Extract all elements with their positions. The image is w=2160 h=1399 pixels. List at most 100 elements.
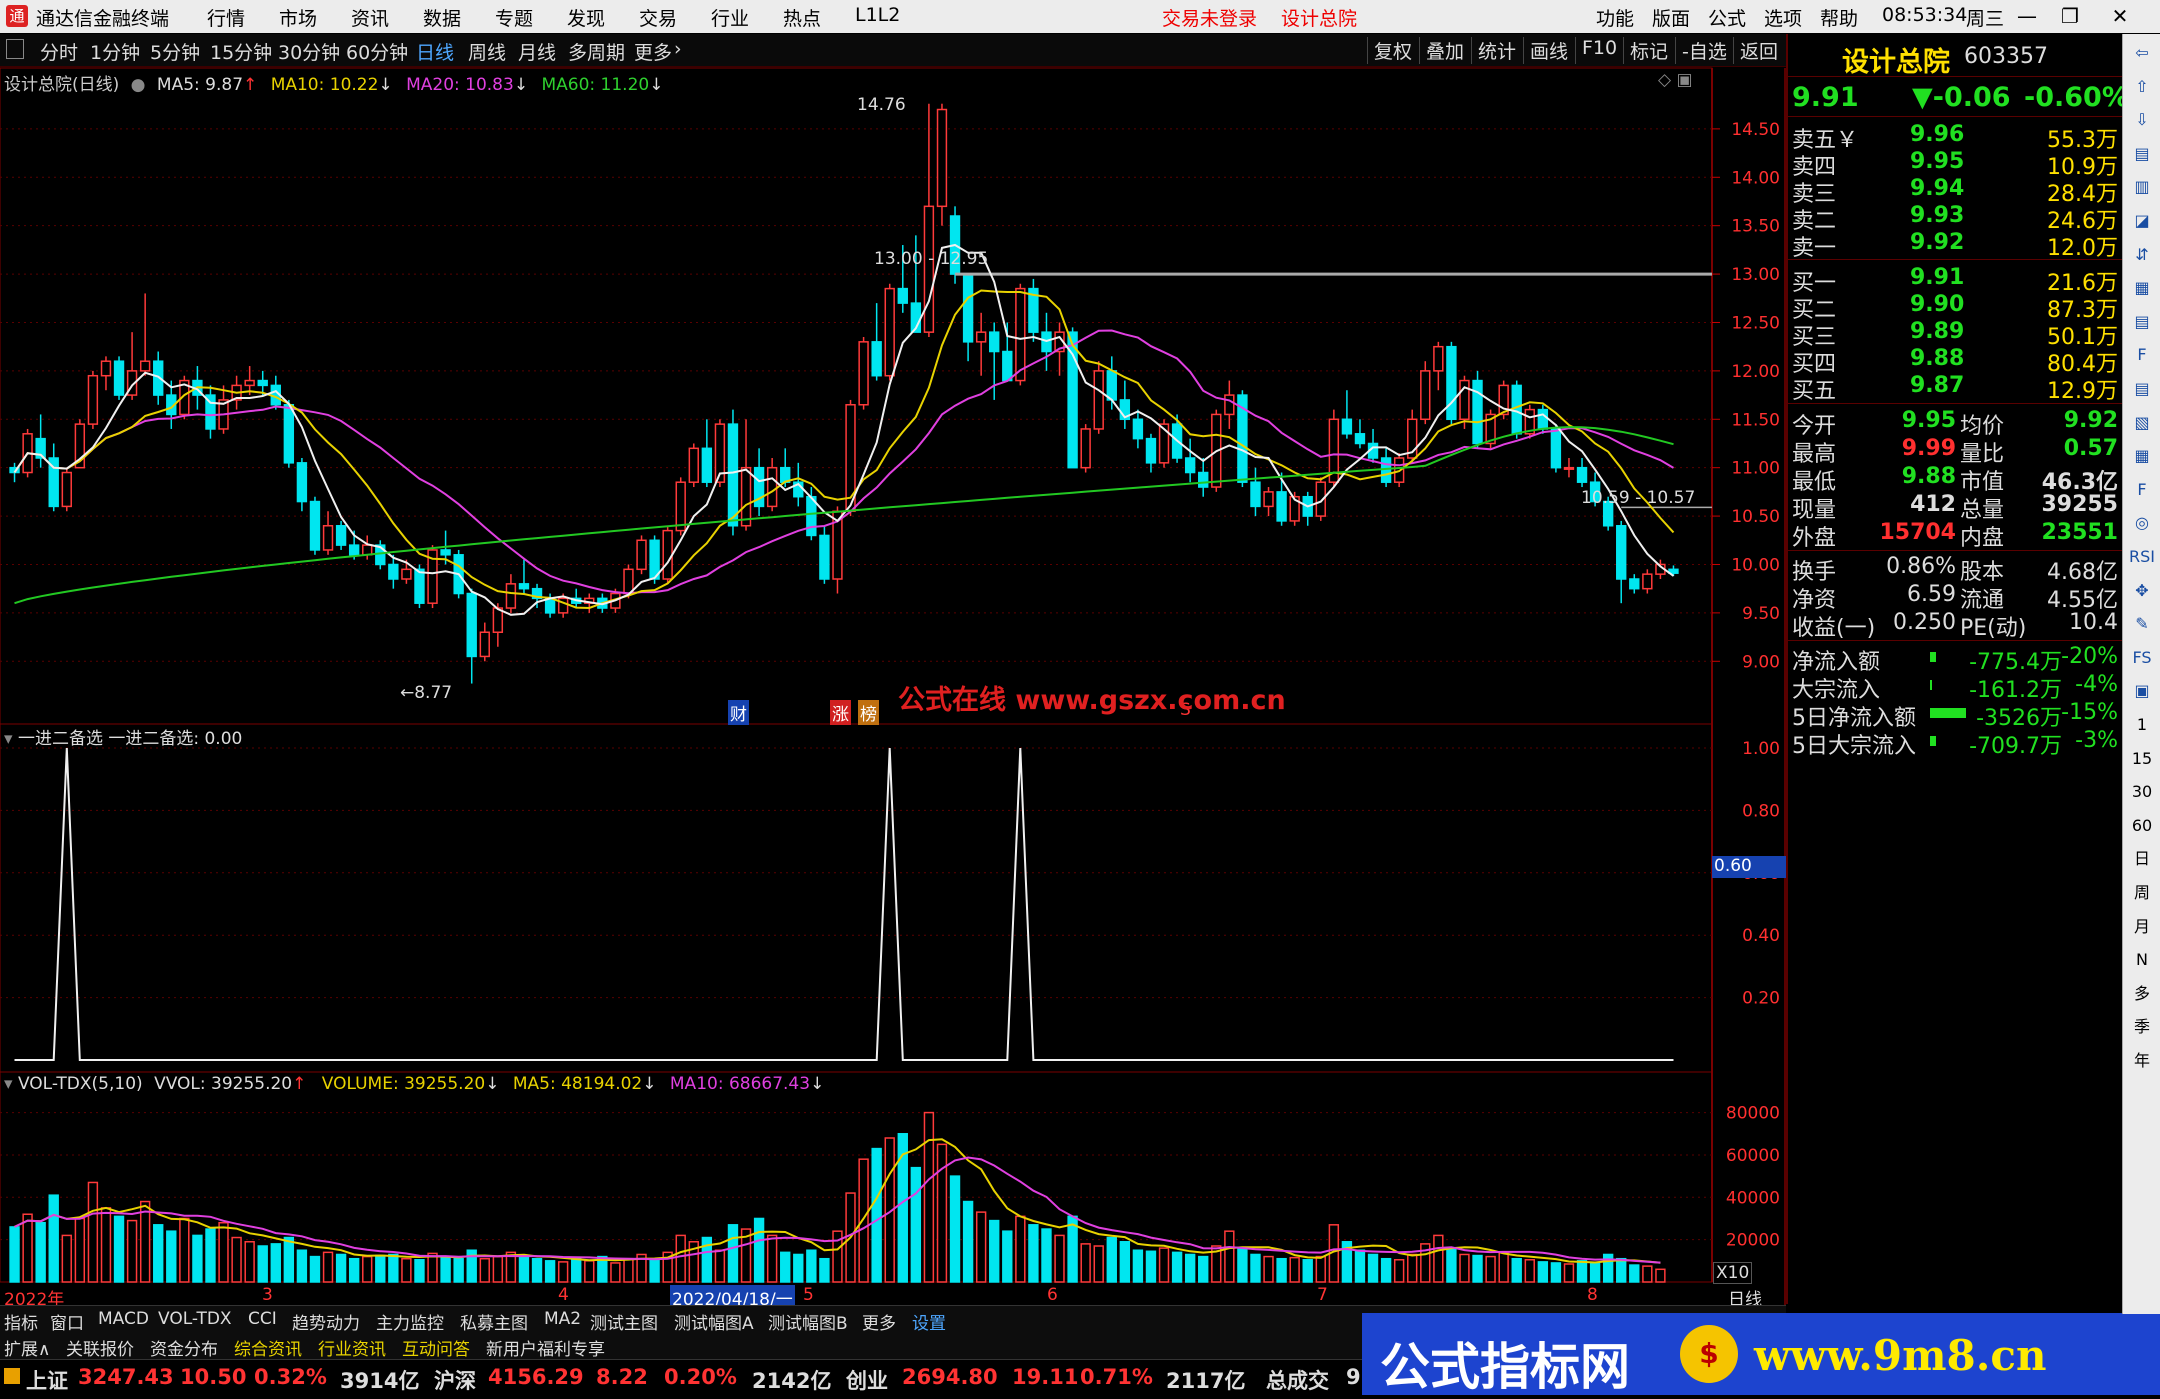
fund-value: 0.86% xyxy=(1886,554,1956,579)
candle-down xyxy=(1106,370,1117,401)
event-bang-badge[interactable]: 榜 xyxy=(858,700,879,725)
toolbar-tool-icon[interactable]: ▦ xyxy=(2127,443,2157,469)
volume-unit: X10 xyxy=(1713,1262,1753,1284)
toolbar-tool-icon[interactable]: 多 xyxy=(2127,981,2157,1007)
cy-index-name[interactable]: 创业 xyxy=(846,1365,888,1395)
hs-index-name[interactable]: 沪深 xyxy=(434,1365,476,1395)
toolbar-tool-icon[interactable]: 15 xyxy=(2127,746,2157,772)
toolbar-tool-icon[interactable]: ▤ xyxy=(2127,141,2157,167)
tab-hangyezixun[interactable]: 行业资讯 xyxy=(318,1335,386,1360)
toolbar-tool-icon[interactable]: ▧ xyxy=(2127,410,2157,436)
toolbar-tool-icon[interactable]: ⇦ xyxy=(2127,40,2157,66)
volume-bar-up xyxy=(61,1234,72,1283)
toolbar-tool-icon[interactable]: F xyxy=(2127,342,2157,368)
sh-index-value: 3247.43 xyxy=(78,1365,174,1389)
volume-dropdown-icon[interactable]: ▾ xyxy=(4,1074,13,1094)
toolbar-tool-icon[interactable]: 日 xyxy=(2127,846,2157,872)
bid-price: 9.88 xyxy=(1910,346,1965,371)
toolbar-tool-icon[interactable]: ⇩ xyxy=(2127,107,2157,133)
tab-shezhi[interactable]: 设置 xyxy=(912,1309,946,1334)
volume-bar-down xyxy=(1354,1249,1366,1283)
candle-up xyxy=(87,374,99,425)
bid-price: 9.89 xyxy=(1910,319,1965,344)
volume-bar-down xyxy=(531,1257,543,1283)
tab-hudongwenda[interactable]: 互动问答 xyxy=(402,1335,470,1360)
toolbar-tool-icon[interactable]: 月 xyxy=(2127,914,2157,940)
restore-icon[interactable]: ❐ xyxy=(2053,2,2087,30)
candle-up xyxy=(139,360,151,372)
toolbar-tool-icon[interactable]: ✎ xyxy=(2127,611,2157,637)
toolbar-tool-icon[interactable]: ◎ xyxy=(2127,510,2157,536)
toolbar-tool-icon[interactable]: ⇵ xyxy=(2127,242,2157,268)
toolbar-tool-icon[interactable]: ◪ xyxy=(2127,208,2157,234)
toolbar-tool-icon[interactable]: ▥ xyxy=(2127,174,2157,200)
tab-xinyonghu[interactable]: 新用户福利专享 xyxy=(486,1335,605,1360)
volume-bar-up xyxy=(923,1111,935,1283)
volume-tick-label: 80000 xyxy=(1726,1104,1780,1124)
toolbar-tool-icon[interactable]: ✥ xyxy=(2127,578,2157,604)
menu-item-bangzhu[interactable]: 帮助 xyxy=(1820,4,1858,31)
chart-settings-icons[interactable]: ◇ ▣ xyxy=(1658,70,1693,90)
toolbar-tool-icon[interactable]: RSI xyxy=(2127,544,2157,570)
tab-zonghezixun[interactable]: 综合资讯 xyxy=(234,1335,302,1360)
volume-bar-down xyxy=(1367,1253,1379,1283)
tab-zijinfenbu[interactable]: 资金分布 xyxy=(150,1335,218,1360)
sh-index-name[interactable]: 上证 xyxy=(26,1365,68,1395)
tab-chuangkou[interactable]: 窗口 xyxy=(50,1309,84,1334)
toolbar-tool-icon[interactable]: ▣ xyxy=(2127,678,2157,704)
toolbar-tool-icon[interactable]: 季 xyxy=(2127,1014,2157,1040)
tab-ceshizhutu[interactable]: 测试主图 xyxy=(590,1309,658,1334)
status-icon[interactable] xyxy=(4,1368,20,1384)
toolbar-tool-icon[interactable]: F xyxy=(2127,477,2157,503)
toolbar-tool-icon[interactable]: 1 xyxy=(2127,712,2157,738)
chart-area[interactable]: 1.00 0.80 0.60 0.40 0.20 80000 60000 40000 2000… xyxy=(0,0,1786,1305)
toolbar-tool-icon[interactable]: ▦ xyxy=(2127,275,2157,301)
volume-bar-up xyxy=(492,1255,504,1283)
close-icon[interactable]: ✕ xyxy=(2103,2,2137,30)
tab-macd[interactable]: MACD xyxy=(98,1309,149,1329)
toolbar-tool-icon[interactable]: 30 xyxy=(2127,779,2157,805)
candle-up xyxy=(884,287,895,377)
flow-pct: -4% xyxy=(2075,672,2118,697)
candle-up xyxy=(1263,491,1274,508)
tab-ceshifutu-b[interactable]: 测试幅图B xyxy=(768,1309,848,1334)
volume-bar-up xyxy=(139,1200,151,1283)
tab-kuozhan[interactable]: 扩展∧ xyxy=(4,1335,50,1360)
toolbar-tool-icon[interactable]: N xyxy=(2127,947,2157,973)
volume-bar-up xyxy=(1158,1247,1170,1283)
toolbar-tool-icon[interactable]: ▤ xyxy=(2127,309,2157,335)
ma60-line xyxy=(14,426,1674,605)
event-cai-badge[interactable]: 财 xyxy=(728,700,749,725)
tab-zhulijiankong[interactable]: 主力监控 xyxy=(376,1309,444,1334)
tab-ma2[interactable]: MA2 xyxy=(544,1309,581,1329)
tab-zhibiao[interactable]: 指标 xyxy=(4,1309,38,1334)
ad-banner[interactable]: 公式指标网 $ www.9m8.cn xyxy=(1362,1313,2160,1396)
toolbar-tool-icon[interactable]: 年 xyxy=(2127,1048,2157,1074)
volume-bar-up xyxy=(1289,1256,1300,1283)
tab-cci[interactable]: CCI xyxy=(248,1309,277,1329)
event-zhang-badge[interactable]: 涨 xyxy=(830,700,851,725)
tab-guanlianbaojia[interactable]: 关联报价 xyxy=(66,1335,134,1360)
tab-vol-tdx[interactable]: VOL-TDX xyxy=(158,1309,232,1329)
ask-volume: 12.0万 xyxy=(2047,236,2118,261)
tab-gengduo[interactable]: 更多 xyxy=(862,1309,896,1334)
volume-bar-down xyxy=(48,1194,59,1283)
quote-pct: -0.60% xyxy=(2024,82,2129,113)
tab-qushidongli[interactable]: 趋势动力 xyxy=(292,1309,360,1334)
indicator-dropdown-icon[interactable]: ▾ xyxy=(4,729,13,749)
tab-ceshifutu-a[interactable]: 测试幅图A xyxy=(674,1309,754,1334)
toolbar-tool-icon[interactable]: ▤ xyxy=(2127,376,2157,402)
toolbar-tool-icon[interactable]: 周 xyxy=(2127,880,2157,906)
candle-up xyxy=(61,471,72,508)
toolbar-tool-icon[interactable]: ⇧ xyxy=(2127,74,2157,100)
vol-ma5-value: MA5: 48194.02 xyxy=(512,1074,643,1094)
volume-bar-up xyxy=(1263,1255,1274,1283)
volume-bar-up xyxy=(1498,1251,1509,1283)
minimize-icon[interactable]: — xyxy=(2010,2,2044,30)
tab-simuzhutu[interactable]: 私募主图 xyxy=(460,1309,528,1334)
quote-price: 9.91 xyxy=(1792,82,1859,113)
volume-bar-down xyxy=(270,1243,281,1283)
toolbar-tool-icon[interactable]: 60 xyxy=(2127,813,2157,839)
toolbar-tool-icon[interactable]: FS xyxy=(2127,645,2157,671)
legend-dropdown-icon[interactable]: ● xyxy=(131,75,146,95)
